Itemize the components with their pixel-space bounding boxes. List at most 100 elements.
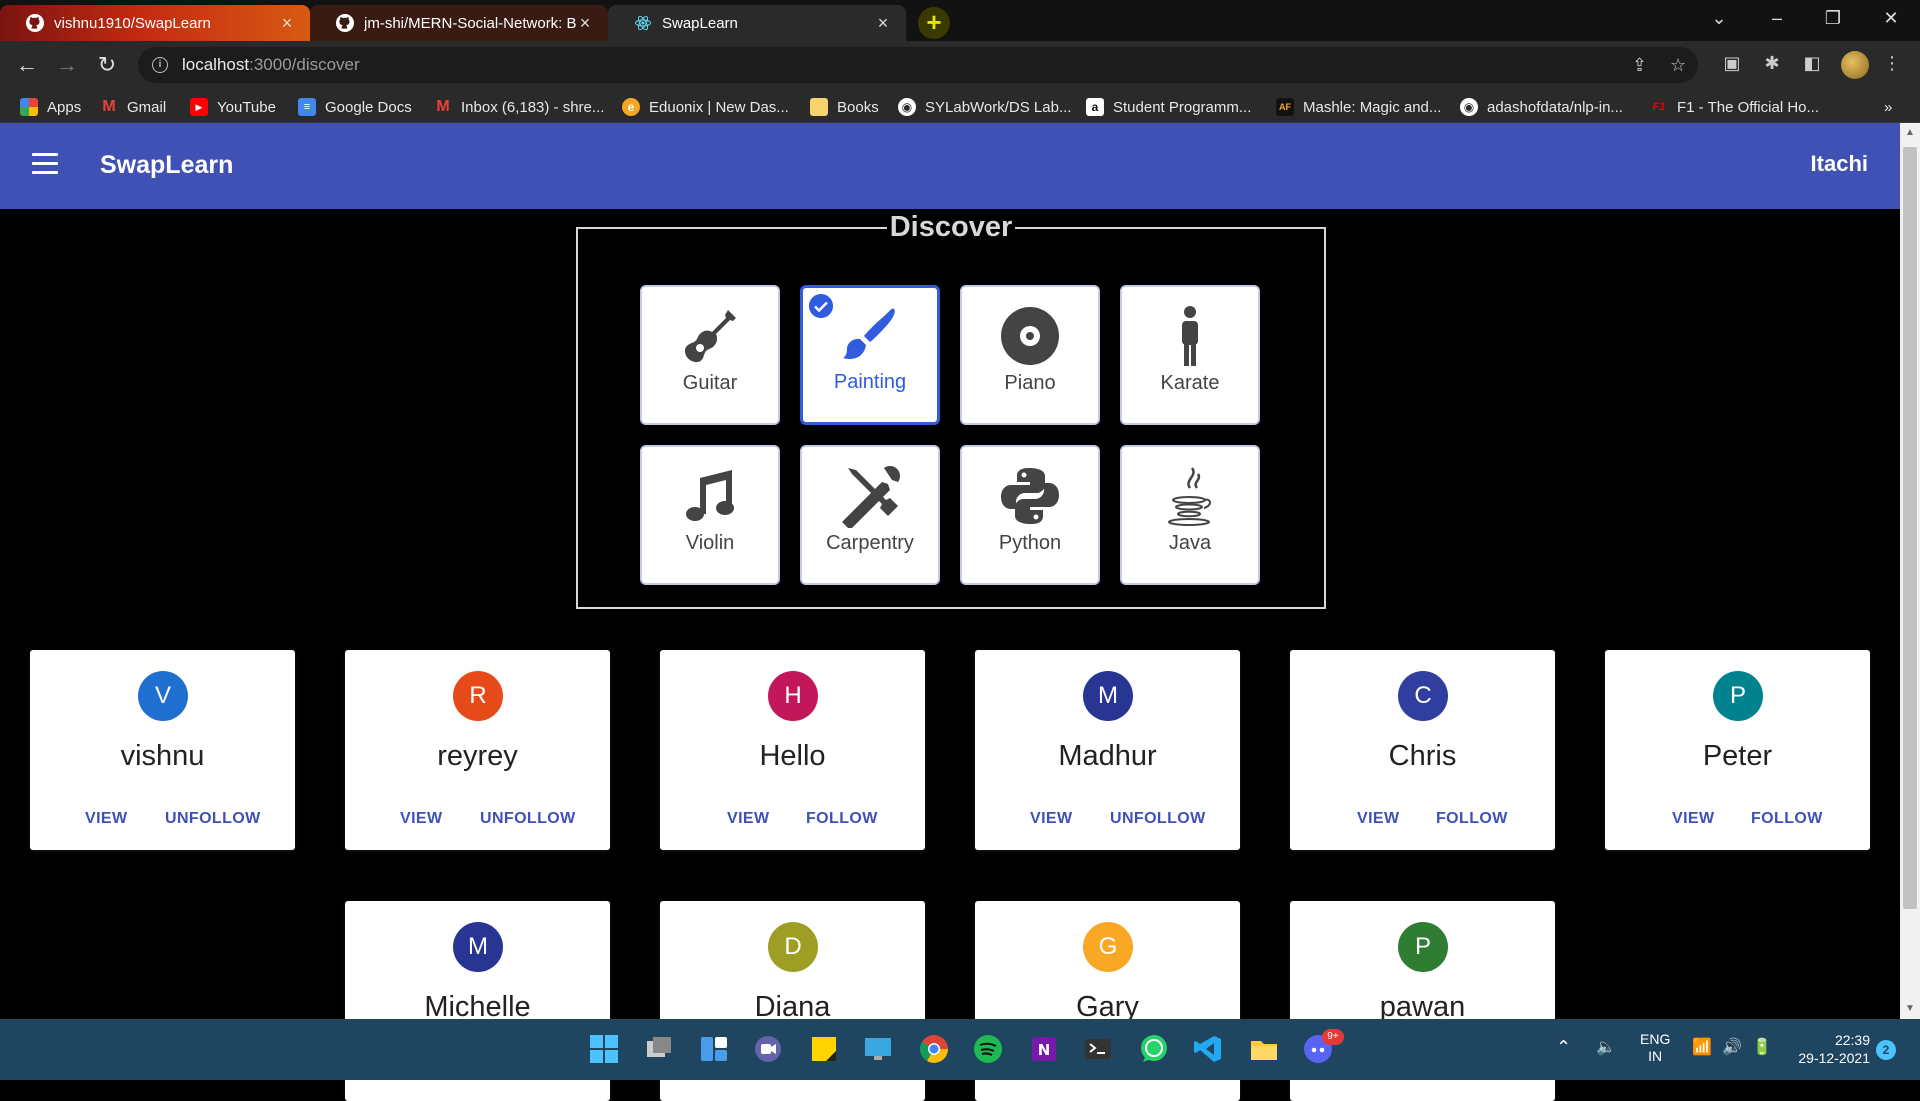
- address-toolbar: ← → ↻ i localhost:3000/discover ⇪ ☆ ▣ ✱ …: [0, 41, 1920, 89]
- view-button[interactable]: VIEW: [727, 810, 770, 828]
- scrollbar-thumb[interactable]: [1903, 147, 1917, 909]
- avatar: V: [138, 671, 188, 721]
- close-icon[interactable]: ×: [576, 13, 594, 34]
- bookmark-gmail[interactable]: M Gmail: [100, 97, 166, 117]
- user-card: M Madhur VIEW UNFOLLOW: [975, 650, 1240, 850]
- sticky-notes-icon[interactable]: [808, 1033, 840, 1065]
- follow-button[interactable]: FOLLOW: [1751, 810, 1823, 828]
- remote-desktop-icon[interactable]: [862, 1033, 894, 1065]
- bookmark-star-icon[interactable]: ☆: [1670, 55, 1686, 76]
- menu-dots-icon[interactable]: ⋮: [1880, 53, 1904, 77]
- battery-icon[interactable]: 🔋: [1752, 1037, 1772, 1057]
- bookmark-nlp[interactable]: ◉ adashofdata/nlp-in...: [1460, 97, 1623, 117]
- bookmark-google-docs[interactable]: ≡ Google Docs: [298, 97, 412, 117]
- scroll-down-arrow-icon[interactable]: ▼: [1900, 1003, 1920, 1014]
- bookmark-eduonix[interactable]: e Eduonix | New Das...: [622, 97, 789, 117]
- url-omnibox[interactable]: i localhost:3000/discover ⇪ ☆: [138, 47, 1698, 83]
- wifi-icon[interactable]: 📶: [1692, 1037, 1712, 1057]
- task-view-icon[interactable]: [643, 1033, 675, 1065]
- close-icon[interactable]: ×: [874, 13, 892, 34]
- view-button[interactable]: VIEW: [85, 810, 128, 828]
- skill-violin[interactable]: Violin: [640, 445, 780, 585]
- youtube-icon: ▶: [190, 98, 208, 116]
- bookmark-student-programm[interactable]: a Student Programm...: [1086, 97, 1251, 117]
- tab-mern-social[interactable]: jm-shi/MERN-Social-Network: Bu ×: [310, 5, 608, 41]
- follow-button[interactable]: FOLLOW: [1436, 810, 1508, 828]
- view-button[interactable]: VIEW: [1030, 810, 1073, 828]
- user-name: Hello: [759, 740, 826, 772]
- tab-swaplearn-repo[interactable]: vishnu1910/SwapLearn ×: [0, 5, 310, 41]
- whatsapp-icon[interactable]: [1138, 1033, 1170, 1065]
- bookmark-apps[interactable]: Apps: [20, 97, 81, 117]
- vinyl-record-icon: [1001, 307, 1059, 365]
- tab-swaplearn[interactable]: SwapLearn ×: [608, 5, 906, 41]
- windows-start-icon[interactable]: [588, 1033, 620, 1065]
- speaker-icon[interactable]: 🔈: [1596, 1037, 1616, 1057]
- bookmark-sylabwork[interactable]: ◉ SYLabWork/DS Lab...: [898, 97, 1071, 117]
- bookmark-f1[interactable]: F1 F1 - The Official Ho...: [1650, 97, 1819, 117]
- bookmark-books[interactable]: Books: [810, 97, 879, 117]
- hamburger-menu-icon[interactable]: [32, 153, 58, 175]
- view-button[interactable]: VIEW: [1357, 810, 1400, 828]
- language-indicator[interactable]: ENG IN: [1640, 1031, 1670, 1065]
- paintbrush-icon: [843, 308, 895, 359]
- spotify-icon[interactable]: [972, 1033, 1004, 1065]
- unfollow-button[interactable]: UNFOLLOW: [480, 810, 576, 828]
- user-name: vishnu: [120, 740, 205, 772]
- site-info-icon[interactable]: i: [152, 57, 168, 73]
- new-tab-button[interactable]: +: [918, 7, 950, 39]
- volume-icon[interactable]: 🔊: [1722, 1037, 1742, 1057]
- side-panel-icon[interactable]: ◧: [1800, 53, 1824, 77]
- bookmark-youtube[interactable]: ▶ YouTube: [190, 97, 276, 117]
- widgets-icon[interactable]: [698, 1033, 730, 1065]
- url-text[interactable]: localhost:3000/discover: [182, 55, 360, 75]
- gmail-icon: M: [436, 98, 450, 115]
- window-close-icon[interactable]: ✕: [1876, 8, 1906, 29]
- skill-karate[interactable]: Karate: [1120, 285, 1260, 425]
- back-arrow-icon[interactable]: ←: [12, 51, 42, 79]
- skill-java[interactable]: Java: [1120, 445, 1260, 585]
- checkmark-icon: [809, 294, 833, 318]
- notification-badge[interactable]: 2: [1876, 1040, 1896, 1060]
- current-user-name[interactable]: Itachi: [1811, 151, 1868, 177]
- chevron-up-icon[interactable]: ⌃: [1556, 1037, 1571, 1058]
- puzzle-icon[interactable]: ✱: [1760, 53, 1784, 77]
- skill-label: Carpentry: [826, 532, 914, 554]
- chrome-icon[interactable]: [918, 1033, 950, 1065]
- forward-arrow-icon[interactable]: →: [52, 51, 82, 79]
- minimize-icon[interactable]: –: [1762, 8, 1792, 29]
- music-note-icon: [686, 470, 734, 521]
- clock[interactable]: 22:39 29-12-2021: [1790, 1031, 1870, 1067]
- bookmark-inbox[interactable]: M Inbox (6,183) - shre...: [434, 97, 604, 117]
- onenote-icon[interactable]: N: [1028, 1033, 1060, 1065]
- extension-icon[interactable]: ▣: [1720, 53, 1744, 77]
- f1-icon: F1: [1652, 101, 1666, 113]
- profile-avatar[interactable]: [1841, 51, 1869, 79]
- scroll-up-arrow-icon[interactable]: ▲: [1900, 127, 1920, 138]
- skill-guitar[interactable]: Guitar: [640, 285, 780, 425]
- unfollow-button[interactable]: UNFOLLOW: [165, 810, 261, 828]
- skill-piano[interactable]: Piano: [960, 285, 1100, 425]
- skill-python[interactable]: Python: [960, 445, 1100, 585]
- follow-button[interactable]: FOLLOW: [806, 810, 878, 828]
- app-title: SwapLearn: [100, 151, 234, 179]
- terminal-icon[interactable]: [1082, 1033, 1114, 1065]
- bookmark-mashle[interactable]: AF Mashle: Magic and...: [1276, 97, 1441, 117]
- restore-icon[interactable]: ❐: [1818, 8, 1848, 29]
- unfollow-button[interactable]: UNFOLLOW: [1110, 810, 1206, 828]
- view-button[interactable]: VIEW: [1672, 810, 1715, 828]
- page-scrollbar[interactable]: ▲ ▼: [1900, 123, 1920, 1019]
- view-button[interactable]: VIEW: [400, 810, 443, 828]
- user-name: Chris: [1388, 740, 1457, 772]
- file-explorer-icon[interactable]: [1248, 1033, 1280, 1065]
- more-bookmarks-button[interactable]: »: [1884, 97, 1892, 117]
- tab-search-chevron-icon[interactable]: ⌄: [1704, 8, 1734, 29]
- reload-icon[interactable]: ↻: [92, 51, 122, 79]
- teams-chat-icon[interactable]: [752, 1033, 784, 1065]
- close-icon[interactable]: ×: [278, 13, 296, 34]
- vscode-icon[interactable]: [1192, 1033, 1224, 1065]
- skill-painting[interactable]: Painting: [800, 285, 940, 425]
- share-icon[interactable]: ⇪: [1632, 55, 1647, 76]
- skill-carpentry[interactable]: Carpentry: [800, 445, 940, 585]
- user-card: H Hello VIEW FOLLOW: [660, 650, 925, 850]
